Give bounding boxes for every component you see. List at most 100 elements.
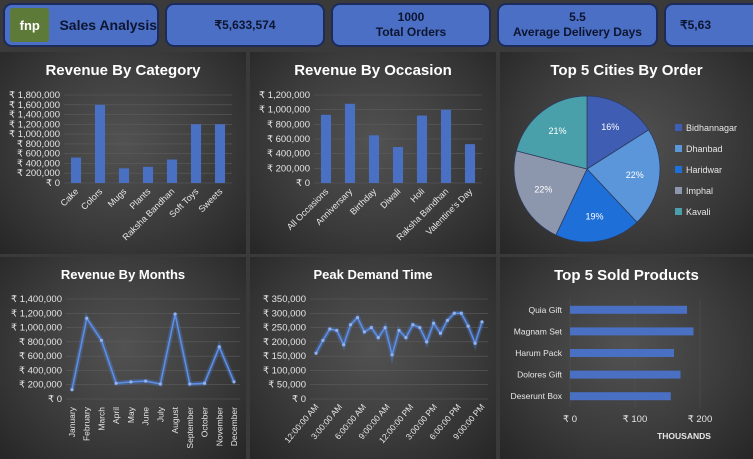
chart-revenue-by-occasion: ₹ 0 ₹ 200,000 ₹ 400,000 ₹ 600,000 ₹ 800,000 ₹… <box>259 90 482 242</box>
chart-title-cities: Top 5 Cities By Order <box>550 62 703 79</box>
y-tick-label: ₹ 1,600,000 <box>9 100 60 111</box>
y-tick-label: ₹ 600,000 <box>17 149 60 160</box>
kpi-partial-revenue-value: ₹5,63 <box>680 17 711 32</box>
kpi-total-orders-value: 1000 <box>397 10 425 24</box>
chart-top-cities: 16% 22% 19% 22% 21% Bidhannagar Dhanbad Haridwa… <box>513 95 737 243</box>
fnp-logo: fnp <box>10 8 50 42</box>
bar <box>320 114 332 183</box>
bar <box>464 144 476 183</box>
bar <box>94 104 106 183</box>
data-point <box>362 330 367 334</box>
y-tick-label: ₹ 400,000 <box>267 149 310 160</box>
x-tick-label: Diwali <box>378 186 402 210</box>
x-tick-label: October <box>200 407 210 437</box>
data-point <box>418 325 422 330</box>
data-point <box>397 328 401 333</box>
kpi-avg-delivery-label: Average Delivery Days <box>513 25 642 39</box>
x-tick-label: August <box>170 406 180 433</box>
bar <box>416 115 428 183</box>
data-point <box>114 381 118 385</box>
data-point <box>158 382 162 386</box>
data-point <box>369 325 373 330</box>
y-tick-label: ₹ 200,000 <box>263 337 306 348</box>
panel-revenue-by-occasion: Revenue By Occasion ₹ 0 ₹ 200,000 ₹ 400,00… <box>250 52 496 254</box>
legend-swatch <box>675 166 682 173</box>
y-tick-label: ₹ 1,200,000 <box>11 308 62 319</box>
y-tick-label: ₹ 0 <box>296 178 310 189</box>
y-tick-label: ₹ 0 <box>292 394 306 405</box>
bar <box>190 124 202 183</box>
data-point <box>348 323 353 327</box>
x-tick-label: September <box>185 407 195 449</box>
y-tick-label: Deserunt Box <box>511 391 563 401</box>
y-tick-label: Magnam Set <box>514 326 563 336</box>
chart-title-peak: Peak Demand Time <box>313 267 433 282</box>
panel-top-products: Top 5 Sold Products ₹ 0 ₹ 100 ₹ 200 THOUSAN… <box>500 257 753 459</box>
panel-peak-demand: Peak Demand Time ₹ 0 ₹ 50,000 ₹ 100,000 ₹ 1… <box>250 257 496 459</box>
y-tick-label: ₹ 50,000 <box>268 380 306 391</box>
legend-label: Imphal <box>686 186 713 196</box>
data-point <box>335 328 339 333</box>
data-point <box>202 381 207 385</box>
bar <box>570 305 687 314</box>
series-line <box>71 313 235 390</box>
pie-value-label: 21% <box>548 126 566 136</box>
bar <box>570 327 694 336</box>
bar <box>166 159 178 183</box>
panel-top-cities: Top 5 Cities By Order 16% 22% 19% 22% 21% Bid… <box>500 52 753 254</box>
legend-label: Haridwar <box>686 165 722 175</box>
chart-peak-demand: ₹ 0 ₹ 50,000 ₹ 100,000 ₹ 150,000 ₹ 200,000 ₹ … <box>263 294 488 445</box>
dashboard-title: Sales Analysis <box>59 17 157 33</box>
data-point <box>376 335 380 340</box>
x-axis-title: THOUSANDS <box>657 431 711 441</box>
legend-swatch <box>675 145 682 152</box>
data-point <box>390 353 394 357</box>
kpi-partial-revenue: ₹5,63 <box>664 3 753 47</box>
data-point <box>404 335 408 340</box>
bar <box>570 370 681 379</box>
bar <box>392 147 404 183</box>
data-point <box>70 388 74 392</box>
x-tick-label: November <box>214 407 224 446</box>
x-tick-label: July <box>155 406 165 422</box>
y-tick-label: Dolores Gift <box>517 370 563 380</box>
bar <box>344 103 356 183</box>
kpi-total-orders: 1000 Total Orders <box>331 3 491 47</box>
data-point <box>342 343 346 347</box>
legend-swatch <box>675 124 682 131</box>
y-tick-label: ₹ 1,000,000 <box>9 129 60 140</box>
legend-label: Bidhannagar <box>686 123 737 133</box>
chart-title-months: Revenue By Months <box>60 267 186 282</box>
y-tick-label: ₹ 200,000 <box>17 168 60 179</box>
y-tick-label: Quia Gift <box>528 305 562 315</box>
x-tick-label: April <box>111 407 121 424</box>
pie-value-label: 22% <box>626 170 644 180</box>
data-point <box>473 341 477 345</box>
data-point <box>411 323 415 327</box>
data-point <box>445 318 450 323</box>
pie-value-label: 19% <box>586 212 604 222</box>
x-tick-label: Mugs <box>106 186 129 209</box>
kpi-avg-delivery: 5.5 Average Delivery Days <box>497 3 658 47</box>
bar <box>570 392 671 401</box>
legend-label: Kavali <box>686 207 711 217</box>
data-point <box>452 311 456 315</box>
y-tick-label: ₹ 1,200,000 <box>9 119 60 130</box>
legend-swatch <box>675 208 682 215</box>
pie-value-label: 16% <box>601 122 619 132</box>
y-tick-label: ₹ 150,000 <box>263 351 306 362</box>
x-tick-label: December <box>229 407 239 446</box>
kpi-total-revenue-value: ₹5,633,574 <box>214 17 276 32</box>
x-tick-label: Holi <box>408 186 426 204</box>
y-tick-label: ₹ 0 <box>46 178 60 189</box>
y-tick-label: ₹ 200,000 <box>267 163 310 174</box>
x-tick-label: March <box>96 407 106 431</box>
data-point <box>480 320 484 324</box>
data-point <box>438 331 443 335</box>
x-tick-label: June <box>141 407 151 426</box>
y-tick-label: ₹ 1,400,000 <box>9 110 60 121</box>
bar <box>214 124 226 183</box>
y-tick-label: ₹ 1,200,000 <box>259 90 310 101</box>
chart-top-products: ₹ 0 ₹ 100 ₹ 200 THOUSANDS Quia Gift Magnam Se… <box>511 299 712 441</box>
y-tick-label: ₹ 0 <box>48 394 62 405</box>
